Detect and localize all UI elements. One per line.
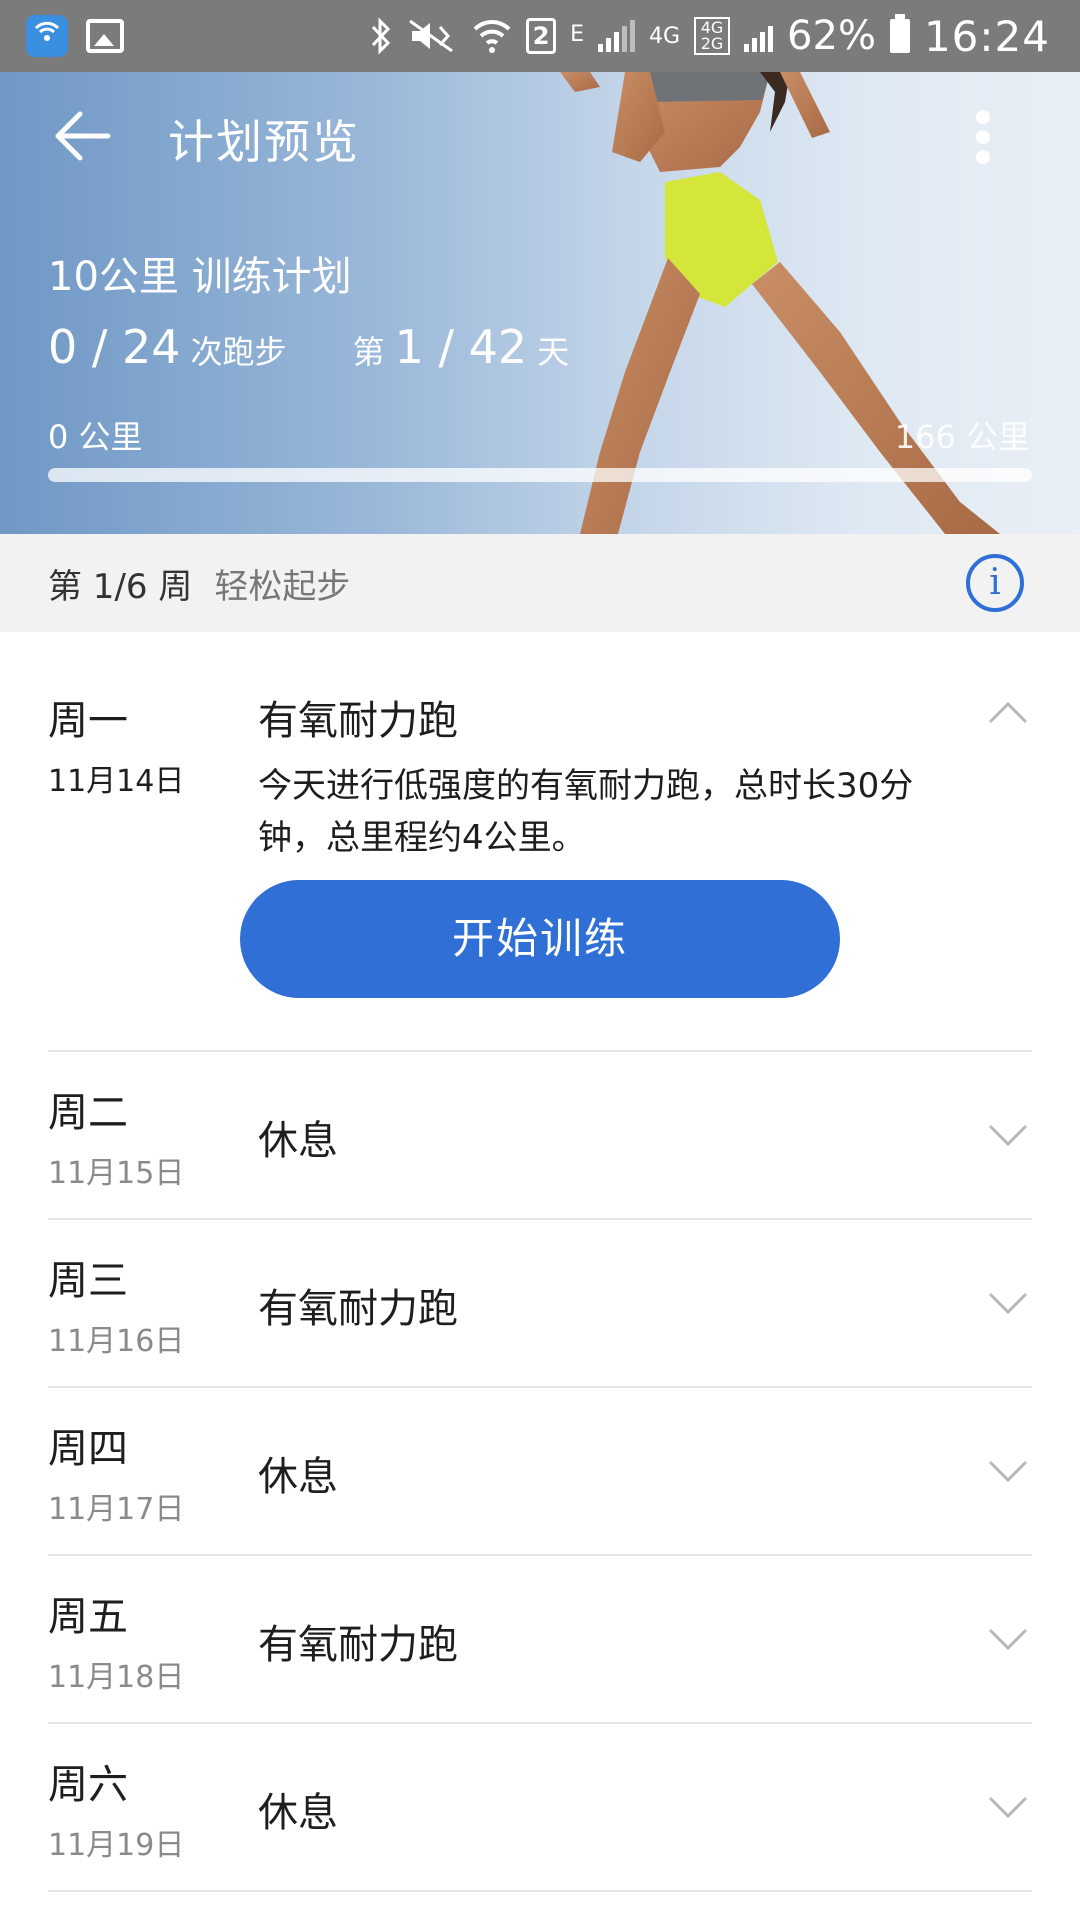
day-weekday: 周一 bbox=[48, 698, 128, 744]
plan-hero: 计划预览 10公里 训练计划 0 / 24 次跑步 第 1 / 42 天 0 公… bbox=[0, 72, 1080, 534]
arrow-left-icon[interactable] bbox=[50, 104, 114, 168]
distance-progress-bar bbox=[48, 468, 1032, 482]
chevron-down-icon[interactable] bbox=[986, 1794, 1030, 1822]
day-date: 11月15日 bbox=[48, 1156, 185, 1191]
day-activity: 有氧耐力跑 bbox=[258, 1622, 458, 1668]
runs-unit: 次跑步 bbox=[190, 333, 287, 371]
day-weekday: 周三 bbox=[48, 1258, 128, 1304]
start-training-button[interactable]: 开始训练 bbox=[240, 880, 840, 998]
day-weekday: 周二 bbox=[48, 1090, 128, 1136]
chevron-down-icon[interactable] bbox=[986, 1458, 1030, 1486]
day-date: 11月17日 bbox=[48, 1492, 185, 1527]
week-header: 第 1/6 周 轻松起步 i bbox=[0, 534, 1080, 632]
chevron-down-icon[interactable] bbox=[986, 1626, 1030, 1654]
chevron-down-icon[interactable] bbox=[986, 1122, 1030, 1150]
day-row-tuesday[interactable]: 周二 11月15日 休息 bbox=[0, 1052, 1080, 1220]
day-description: 今天进行低强度的有氧耐力跑，总时长30分钟，总里程约4公里。 bbox=[258, 766, 914, 858]
sim-badge: 2 bbox=[526, 18, 557, 54]
week-name: 轻松起步 bbox=[214, 566, 351, 607]
mute-icon bbox=[409, 19, 453, 53]
day-row-monday[interactable]: 周一 11月14日 有氧耐力跑 今天进行低强度的有氧耐力跑，总时长30分钟，总里… bbox=[0, 632, 1080, 1052]
day-row-thursday[interactable]: 周四 11月17日 休息 bbox=[0, 1388, 1080, 1556]
clock: 16:24 bbox=[923, 11, 1050, 61]
day-date: 11月19日 bbox=[48, 1828, 185, 1863]
wifi-icon bbox=[473, 19, 511, 53]
day-date: 11月16日 bbox=[48, 1324, 185, 1359]
day-date: 11月14日 bbox=[48, 764, 185, 799]
app-bar: 计划预览 bbox=[0, 72, 1080, 212]
network-type-4g: 4G bbox=[649, 23, 681, 49]
runs-done: 0 / 24 bbox=[48, 320, 181, 374]
plan-stats: 0 / 24 次跑步 第 1 / 42 天 bbox=[48, 320, 569, 374]
day-row-saturday[interactable]: 周六 11月19日 休息 bbox=[0, 1724, 1080, 1892]
status-bar: 2 E 4G 4G 2G 62% 16:24 bbox=[0, 0, 1080, 72]
day-weekday: 周五 bbox=[48, 1594, 128, 1640]
plan-title: 10公里 训练计划 bbox=[48, 254, 352, 300]
day-activity: 有氧耐力跑 bbox=[258, 698, 458, 744]
day-activity: 休息 bbox=[258, 1454, 338, 1500]
day-activity: 休息 bbox=[258, 1118, 338, 1164]
more-vertical-icon[interactable] bbox=[968, 110, 998, 170]
km-total: 166 公里 bbox=[894, 418, 1030, 456]
chevron-down-icon[interactable] bbox=[986, 1290, 1030, 1318]
day-row-wednesday[interactable]: 周三 11月16日 有氧耐力跑 bbox=[0, 1220, 1080, 1388]
week-label: 第 1/6 周 bbox=[48, 566, 193, 607]
network-type-4g-2g: 4G 2G bbox=[694, 17, 731, 55]
wifi-hotspot-app-icon bbox=[26, 15, 68, 57]
day-weekday: 周六 bbox=[48, 1762, 128, 1808]
day-weekday: 周四 bbox=[48, 1426, 128, 1472]
km-start: 0 公里 bbox=[48, 418, 143, 456]
day-progress: 1 / 42 bbox=[394, 320, 528, 374]
day-activity: 有氧耐力跑 bbox=[258, 1286, 458, 1332]
bluetooth-icon bbox=[371, 17, 391, 55]
day-unit: 天 bbox=[537, 333, 570, 371]
chevron-up-icon[interactable] bbox=[986, 698, 1030, 726]
info-icon[interactable]: i bbox=[966, 554, 1024, 612]
battery-icon bbox=[889, 14, 910, 53]
day-prefix: 第 bbox=[352, 333, 385, 371]
day-date: 11月18日 bbox=[48, 1660, 185, 1695]
network-type-e: E bbox=[570, 21, 584, 47]
day-row-friday[interactable]: 周五 11月18日 有氧耐力跑 bbox=[0, 1556, 1080, 1724]
signal-icon-2 bbox=[744, 20, 774, 52]
image-icon bbox=[86, 19, 124, 53]
battery-percent: 62% bbox=[787, 13, 876, 59]
page-title: 计划预览 bbox=[168, 115, 360, 169]
signal-icon bbox=[598, 20, 635, 52]
day-list: 周一 11月14日 有氧耐力跑 今天进行低强度的有氧耐力跑，总时长30分钟，总里… bbox=[0, 632, 1080, 1892]
day-activity: 休息 bbox=[258, 1790, 338, 1836]
divider bbox=[48, 1890, 1032, 1892]
